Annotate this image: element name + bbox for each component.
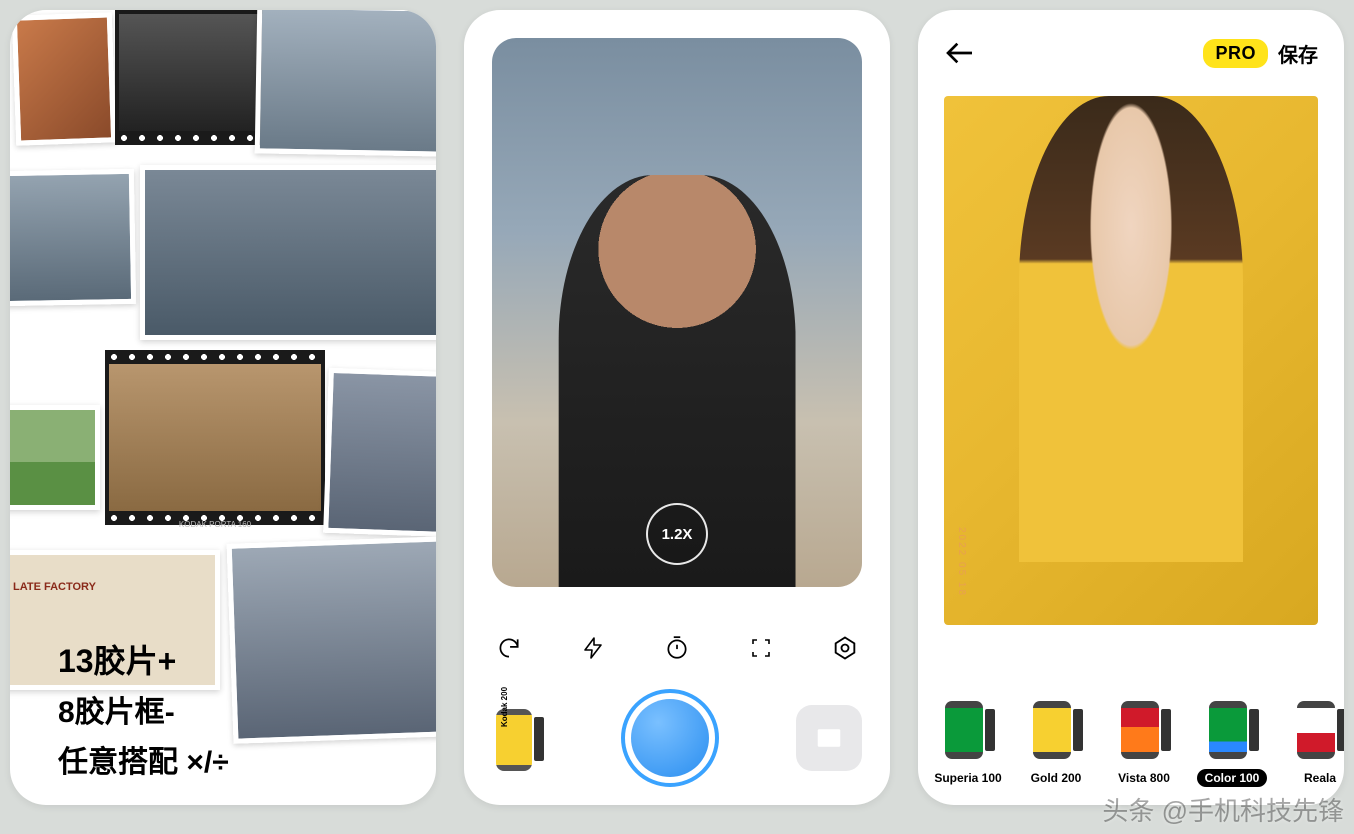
collage-photo <box>10 405 100 510</box>
film-stock-label: KODAK PORTA 160 <box>179 520 251 529</box>
date-stamp: 2022 05 18 <box>956 527 967 597</box>
photo-collage: KODAK PORTA 160 LATE FACTORY 13胶片+ 8胶片框-… <box>10 10 436 805</box>
panel-collage: KODAK PORTA 160 LATE FACTORY 13胶片+ 8胶片框-… <box>10 10 436 805</box>
camera-viewfinder[interactable]: 1.2X <box>492 38 862 587</box>
timer-icon[interactable] <box>660 631 694 665</box>
photo-preview[interactable]: 2022 05 18 <box>944 96 1318 625</box>
film-strip-photo: KODAK PORTA 160 <box>105 350 325 525</box>
film-option-vista-800[interactable]: Vista 800 <box>1102 693 1186 787</box>
film-name: Gold 200 <box>1031 771 1082 785</box>
save-button[interactable]: 保存 <box>1278 39 1318 68</box>
marketing-tagline: 13胶片+ 8胶片框- 任意搭配 ×/÷ <box>58 635 229 787</box>
film-count: 13 <box>58 643 94 679</box>
frame-count: 8 <box>58 696 75 729</box>
back-button[interactable] <box>944 37 976 69</box>
film-option-superia-100[interactable]: Superia 100 <box>926 693 1010 787</box>
fullscreen-icon[interactable] <box>744 631 778 665</box>
subject-portrait <box>1019 96 1243 562</box>
film-filter-tray[interactable]: Superia 100 Gold 200 Vista 800 Color 100 Rea… <box>918 693 1344 787</box>
shutter-button[interactable] <box>621 689 719 787</box>
flash-icon[interactable] <box>576 631 610 665</box>
film-option-reala[interactable]: Reala <box>1278 693 1344 787</box>
film-name: Vista 800 <box>1118 771 1170 785</box>
film-option-color-100[interactable]: Color 100 <box>1190 693 1274 787</box>
collage-photo <box>140 165 436 340</box>
camera-controls <box>492 631 862 665</box>
shutter-row: Kodak 200 <box>492 689 862 787</box>
film-selector[interactable]: Kodak 200 <box>492 699 544 777</box>
gallery-button[interactable] <box>796 705 862 771</box>
panel-camera: 1.2X Kodak 200 <box>464 10 890 805</box>
collage-photo <box>255 10 436 157</box>
pro-badge[interactable]: PRO <box>1203 39 1268 68</box>
film-name: Reala <box>1304 771 1336 785</box>
zoom-indicator[interactable]: 1.2X <box>646 503 708 565</box>
collage-photo <box>227 536 436 744</box>
film-name: Superia 100 <box>934 771 1001 785</box>
refresh-icon[interactable] <box>492 631 526 665</box>
panel-editor: PRO 保存 2022 05 18 Superia 100 Gold 200 Vis… <box>918 10 1344 805</box>
collage-photo <box>10 169 136 306</box>
film-option-gold-200[interactable]: Gold 200 <box>1014 693 1098 787</box>
film-name: Color 100 <box>1197 769 1268 787</box>
settings-icon[interactable] <box>828 631 862 665</box>
collage-photo <box>323 368 436 537</box>
editor-topbar: PRO 保存 <box>918 10 1344 96</box>
collage-photo <box>12 12 116 145</box>
